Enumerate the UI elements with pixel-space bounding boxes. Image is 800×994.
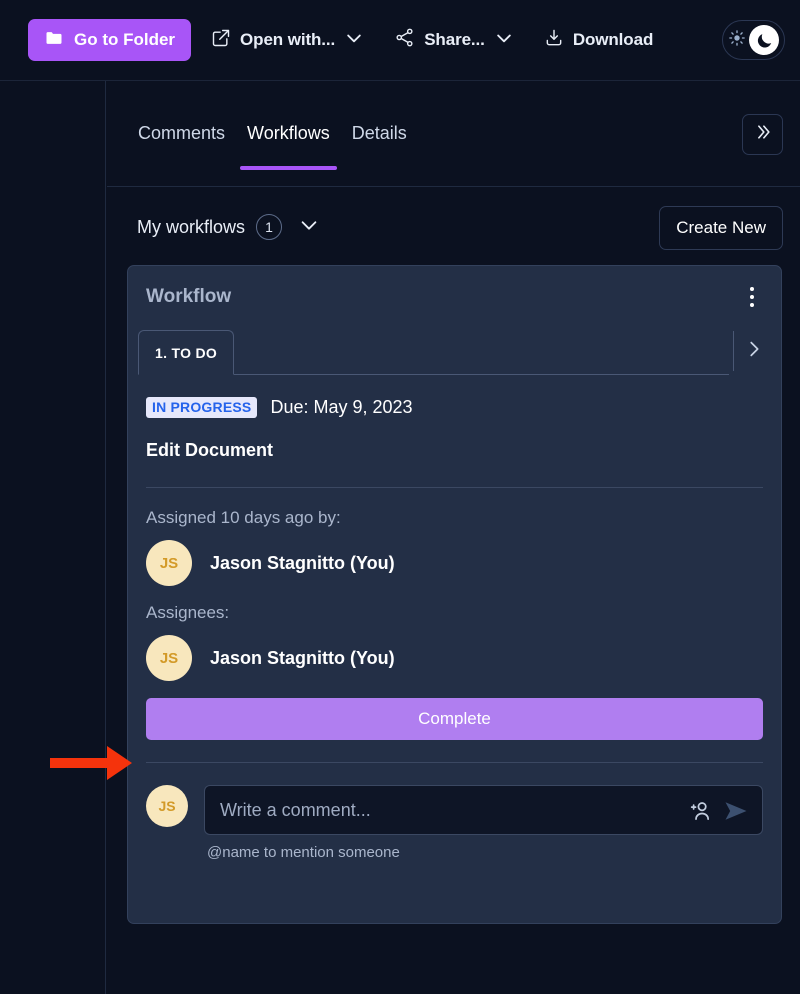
download-button[interactable]: Download [534,19,663,61]
workflow-card-body: IN PROGRESS Due: May 9, 2023 Edit Docume… [128,375,781,861]
download-label: Download [572,30,654,49]
comment-input[interactable] [220,799,666,821]
status-row: IN PROGRESS Due: May 9, 2023 [146,397,763,418]
assigned-by-name: Jason Stagnitto (You) [210,552,395,573]
assigned-by-person: JS Jason Stagnitto (You) [146,540,763,586]
assignees-label: Assignees: [146,603,230,622]
workflow-card-header: Workflow [128,266,781,328]
workflows-panel: Comments Workflows Details My workflows … [107,81,800,994]
step-tab-to-do[interactable]: 1. TO DO [138,330,235,375]
status-badge: IN PROGRESS [146,397,258,418]
comment-input-box[interactable] [204,785,763,835]
tab-workflows-label: Workflows [247,123,330,143]
mention-hint: @name to mention someone [207,844,400,861]
folder-icon [44,28,64,53]
open-with-button[interactable]: Open with... [201,19,374,61]
assigned-by-label: Assigned 10 days ago by: [146,508,341,527]
moon-icon [749,25,779,55]
go-to-folder-label: Go to Folder [74,30,176,49]
avatar: JS [146,540,192,586]
chevron-down-icon [298,214,320,241]
task-name: Edit Document [146,440,274,460]
my-workflows-title: My workflows [137,216,246,237]
left-rail [0,81,106,994]
assignee-name: Jason Stagnitto (You) [210,647,395,668]
complete-button[interactable]: Complete [146,698,763,740]
due-date-text: Due: May 9, 2023 [270,397,413,417]
workflow-count-badge: 1 [256,214,283,240]
tab-details[interactable]: Details [341,81,418,187]
tab-comments[interactable]: Comments [127,81,236,187]
open-with-label: Open with... [240,30,336,49]
tab-comments-label: Comments [138,123,226,143]
add-person-icon[interactable] [688,798,714,824]
next-step-button[interactable] [733,331,773,371]
chevron-down-icon [494,28,514,53]
go-to-folder-button[interactable]: Go to Folder [28,19,192,61]
avatar: JS [146,635,192,681]
send-icon[interactable] [722,797,750,825]
kebab-menu-icon[interactable] [739,280,765,314]
step-tab-to-do-label: 1. TO DO [155,344,218,361]
divider-above-assigned [146,487,763,488]
divider-above-comment [146,762,763,763]
external-link-icon [211,28,231,53]
top-toolbar: Go to Folder Open with... Share... Downl… [0,0,800,81]
chevron-down-icon [344,28,364,53]
my-workflows-header: My workflows 1 Create New [107,187,800,267]
comment-column: @name to mention someone [204,785,763,861]
double-chevron-right-icon [753,122,773,147]
panel-tabs: Comments Workflows Details [107,81,800,187]
theme-toggle[interactable] [722,20,785,60]
avatar: JS [146,785,188,827]
comment-actions [688,786,750,836]
my-workflows-expand-button[interactable] [298,214,320,241]
workflow-card: Workflow 1. TO DO IN PROGRESS Due: May 9… [127,265,782,924]
share-button[interactable]: Share... [384,19,524,61]
download-icon [544,28,564,53]
collapse-panel-button[interactable] [742,114,783,155]
share-label: Share... [424,30,485,49]
comment-composer: JS Write a comment... @name to mention s… [146,785,763,861]
tab-details-label: Details [351,123,407,143]
workflow-step-tabs: 1. TO DO [128,328,781,375]
app-root: Go to Folder Open with... Share... Downl… [0,0,800,994]
create-new-button[interactable]: Create New [659,206,783,250]
workflow-card-title: Workflow [146,286,232,307]
sun-icon [728,29,746,52]
assignee-person: JS Jason Stagnitto (You) [146,635,763,681]
chevron-right-icon [743,338,765,365]
tab-workflows[interactable]: Workflows [236,81,341,187]
share-nodes-icon [394,27,415,53]
